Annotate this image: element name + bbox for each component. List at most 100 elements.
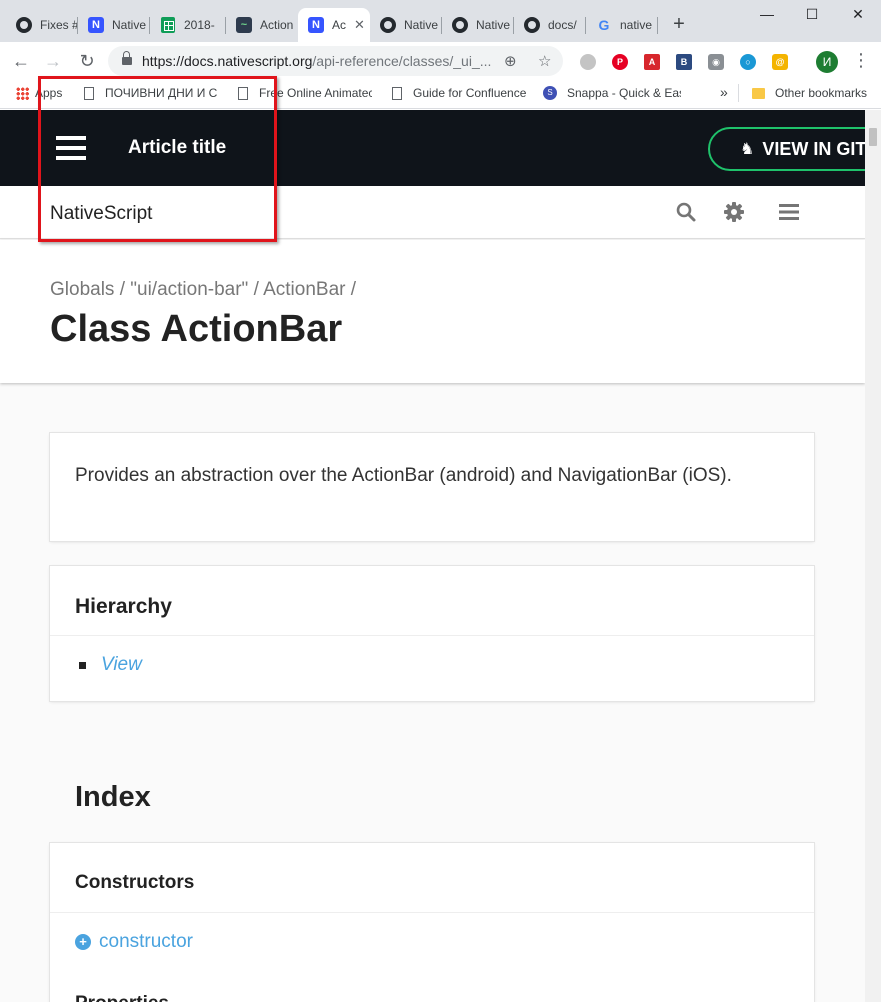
nativescript-icon: N [88,17,104,33]
actionbar-icon: ~ [236,17,252,33]
github-icon [524,17,540,33]
pdf-icon[interactable]: A [644,54,660,70]
browser-tab[interactable]: ~ Action [226,8,298,42]
tab-title: native [620,18,653,32]
constructor-plus-icon: + [75,934,91,950]
bookmark-label: ПОЧИВНИ ДНИ И С [105,86,218,100]
snappa-icon: S [543,86,557,100]
minimize-icon[interactable]: — [757,6,777,22]
browser-tab-active[interactable]: N Ac ✕ [298,8,370,42]
bookmarks-overflow-chevron-icon[interactable]: » [720,84,728,100]
menu-kebab-icon[interactable]: ⋮ [852,50,870,70]
hierarchy-heading: Hierarchy [50,566,814,636]
bullet-icon [79,661,86,669]
page-viewport: Article title ♞ VIEW IN GIT NativeScript [0,110,865,1002]
page-title: Class ActionBar [50,308,343,350]
page-icon [238,86,248,100]
browser-tab[interactable]: G native [586,8,658,42]
description-card: Provides an abstraction over the ActionB… [50,433,814,541]
constructor-link[interactable]: constructor [99,931,193,953]
tab-title: docs/ [548,18,577,32]
profile-avatar[interactable]: И [816,51,838,73]
bookmark-label: Free Online Animatec [259,86,372,100]
bookmark-item[interactable]: Guide for Confluence [392,86,526,100]
menu-icon[interactable] [777,200,801,224]
scrollbar-thumb[interactable] [869,128,877,146]
view-on-github-button[interactable]: ♞ VIEW IN GIT [708,127,865,171]
maximize-icon[interactable]: ☐ [802,6,822,23]
google-icon: G [598,17,610,33]
divider [738,84,739,102]
hamburger-menu-icon[interactable] [56,136,86,160]
bookmarks-bar: Apps ПОЧИВНИ ДНИ И С Free Online Animate… [0,80,881,109]
forward-arrow-icon[interactable]: → [42,51,64,73]
class-description: Provides an abstraction over the ActionB… [75,465,732,486]
github-cat-icon: ♞ [740,141,755,158]
tab-strip: Fixes # N Native 2018- ~ Action N Ac ✕ N… [0,0,881,42]
b-extension-icon[interactable]: B [676,54,692,70]
extension-circle-icon[interactable] [580,54,596,70]
browser-tab[interactable]: Native [370,8,442,42]
bookmark-label: Apps [35,86,63,100]
at-extension-icon[interactable]: @ [772,54,788,70]
constructors-heading: Constructors [50,843,814,913]
back-arrow-icon[interactable]: ← [10,51,32,73]
bookmark-label: Guide for Confluence [413,86,526,100]
hierarchy-item: View [79,654,142,676]
view-link[interactable]: View [101,654,142,676]
new-tab-button[interactable]: + [668,14,690,36]
tab-title: Native [112,18,147,32]
bookmark-label: Snappa - Quick & Eas [567,86,681,100]
index-heading: Index [75,781,151,813]
tab-title: Native [476,18,511,32]
hierarchy-card: Hierarchy View [50,566,814,701]
bookmark-apps[interactable]: Apps [16,86,62,100]
brand-name[interactable]: NativeScript [50,203,152,225]
properties-heading: Properties [75,993,169,1002]
camera-icon[interactable]: ◉ [708,54,724,70]
tab-title: 2018- [184,18,215,32]
other-bookmarks[interactable]: Other bookmarks [752,86,867,100]
close-window-icon[interactable]: ✕ [848,6,868,23]
button-label: VIEW IN GIT [762,138,865,159]
browser-tab[interactable]: docs/ [514,8,586,42]
search-icon[interactable] [674,200,698,224]
browser-toolbar: ← → ↻ https://docs.nativescript.org/api-… [0,42,881,80]
address-bar[interactable]: https://docs.nativescript.org/api-refere… [108,46,563,76]
browser-tab[interactable]: Fixes # [6,8,78,42]
page-icon [392,86,402,100]
github-icon [452,17,468,33]
circle-extension-icon[interactable]: ○ [740,54,756,70]
github-icon [16,17,32,33]
bookmark-label: Other bookmarks [775,86,868,100]
reload-icon[interactable]: ↻ [76,51,98,73]
apps-grid-icon [16,86,29,100]
bookmark-star-icon[interactable]: ☆ [538,52,551,70]
url-text: https://docs.nativescript.org/api-refere… [142,53,492,69]
tab-title: Action [260,18,294,32]
folder-icon [752,87,765,99]
site-subbar: NativeScript [0,186,865,239]
browser-tab[interactable]: N Native [78,8,150,42]
bookmark-item[interactable]: Free Online Animatec [238,86,372,100]
page-icon [84,86,94,100]
sheets-icon [160,17,176,33]
index-card: Constructors + constructor Properties [50,843,814,1002]
bookmark-item[interactable]: ПОЧИВНИ ДНИ И С [84,86,218,100]
gear-icon[interactable] [722,200,746,224]
bookmark-item[interactable]: S Snappa - Quick & Eas [543,86,681,100]
page-scrollbar[interactable] [865,110,881,1002]
zoom-icon[interactable]: ⊕ [504,52,517,70]
article-title: Article title [128,137,227,158]
constructor-item[interactable]: + constructor [75,931,193,953]
site-topbar: Article title ♞ VIEW IN GIT [0,110,865,186]
tab-title: Ac [332,18,347,32]
browser-tab[interactable]: Native [442,8,514,42]
browser-tab[interactable]: 2018- [150,8,226,42]
close-tab-icon[interactable]: ✕ [354,17,365,33]
breadcrumb[interactable]: Globals / "ui/action-bar" / ActionBar / [50,279,356,301]
pinterest-icon[interactable]: P [612,54,628,70]
github-icon [380,17,396,33]
tab-title: Fixes # [40,18,78,32]
lock-icon [122,51,132,65]
